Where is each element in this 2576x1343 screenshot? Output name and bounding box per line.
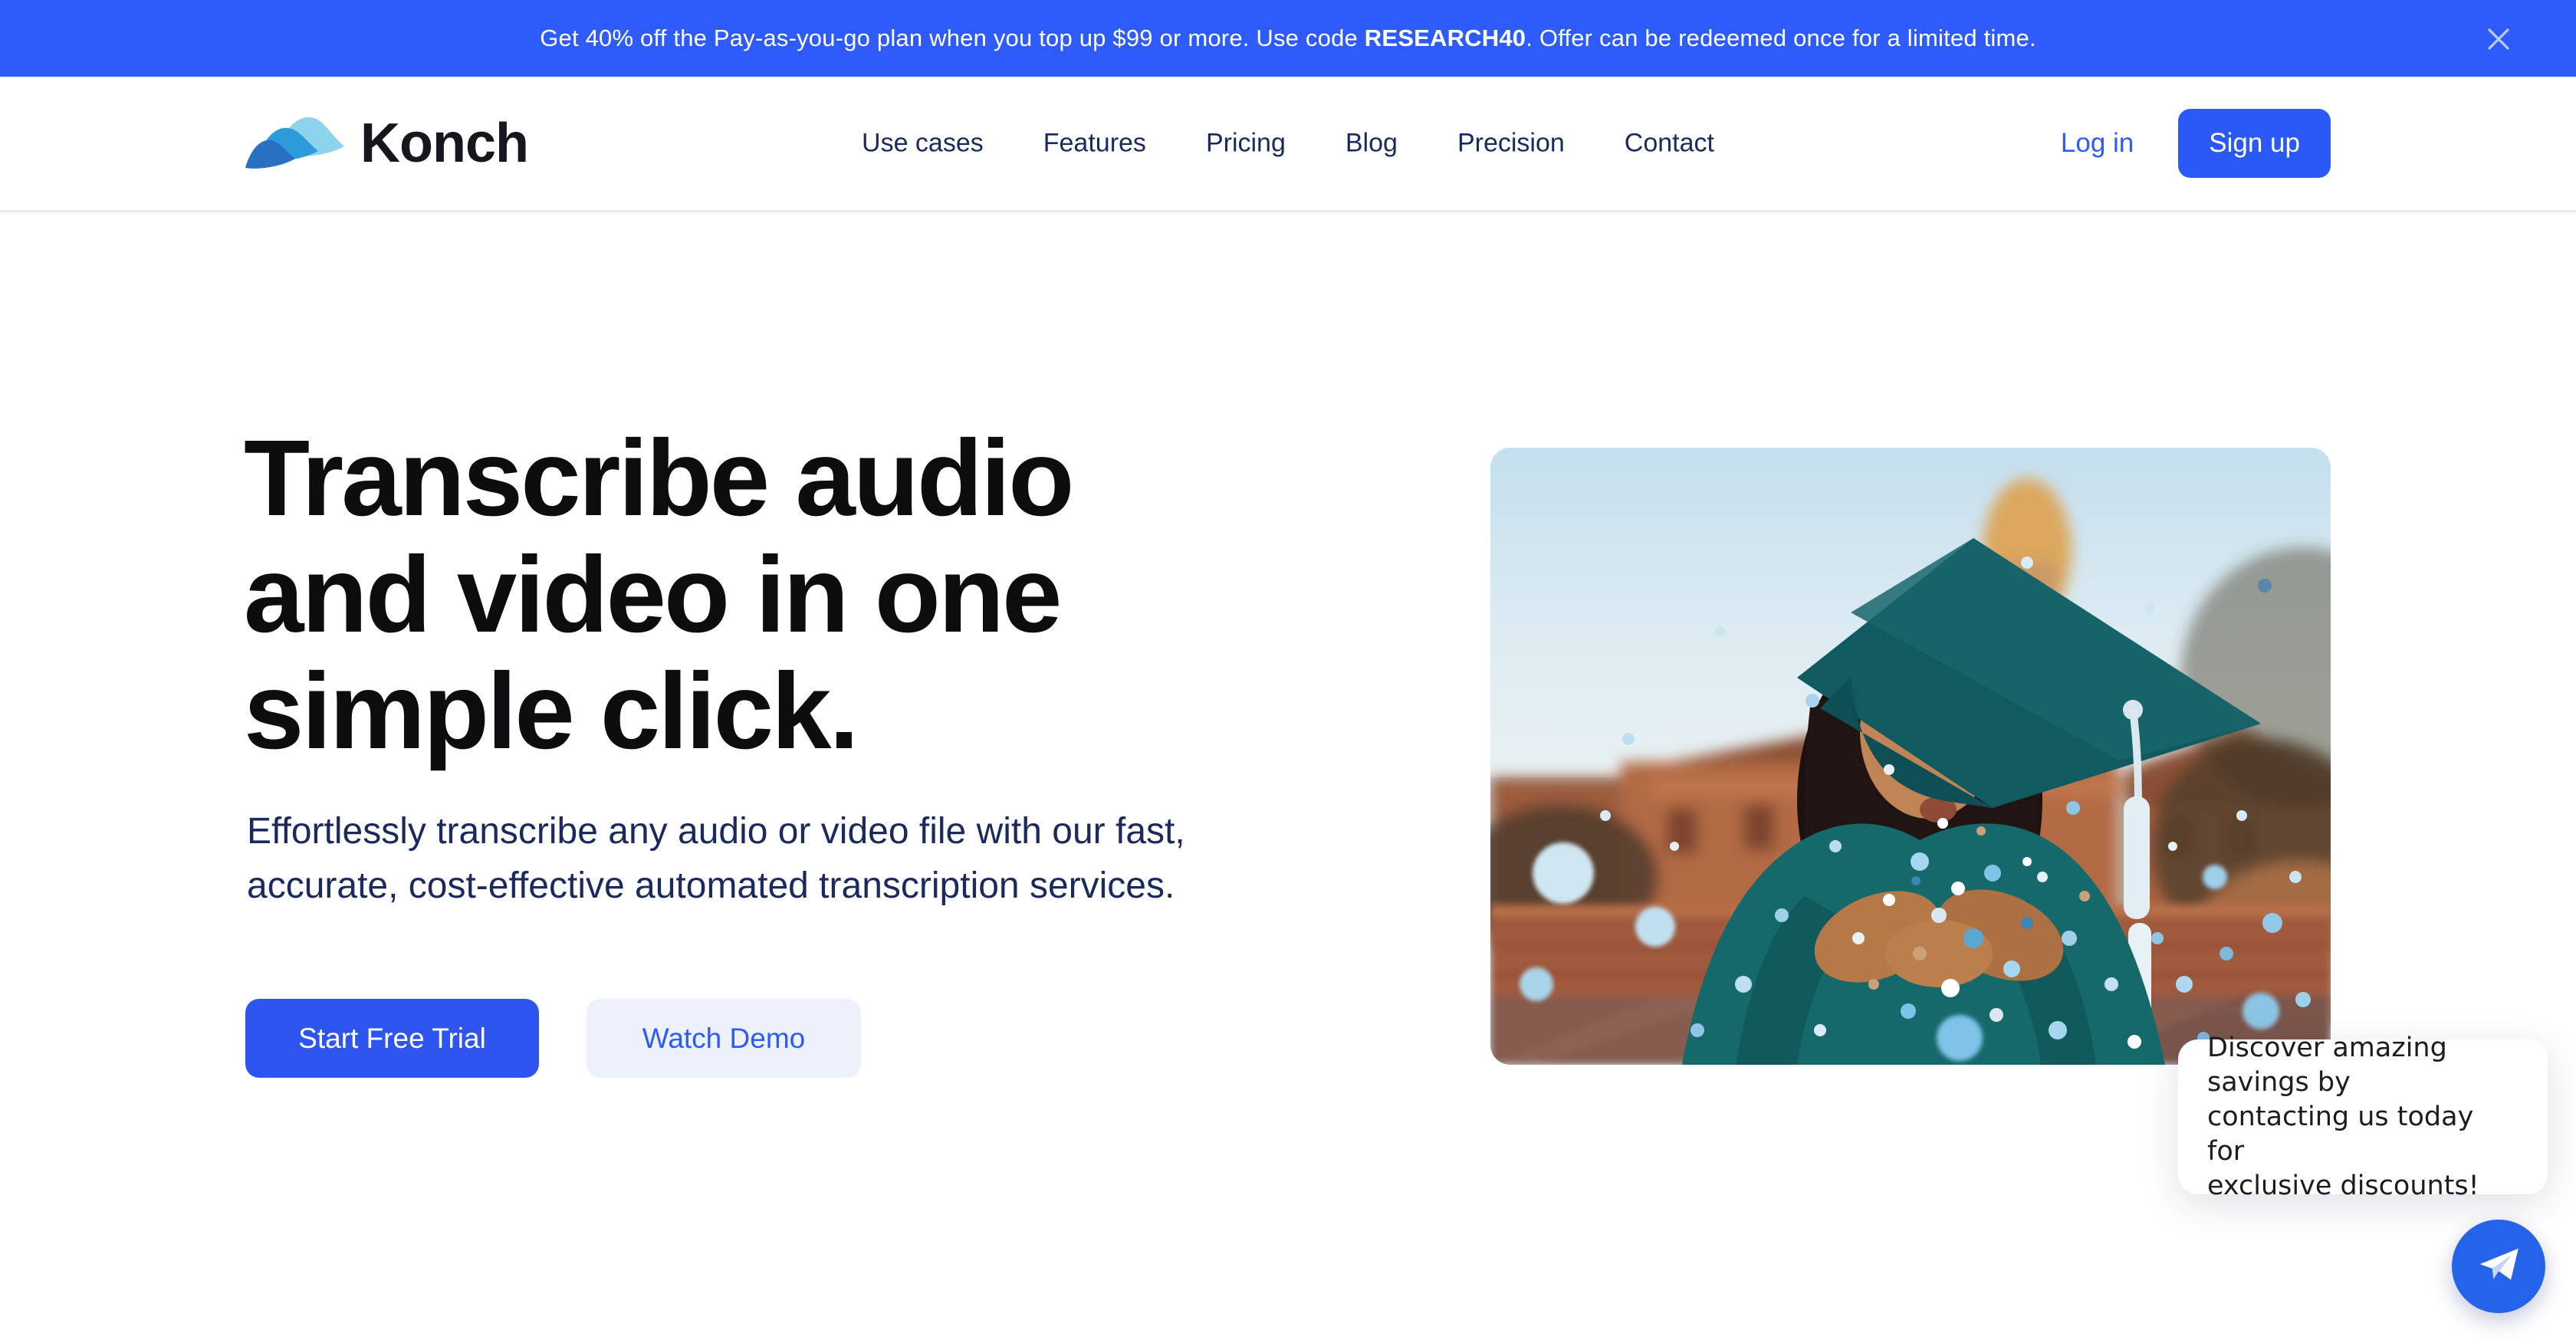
chat-tooltip: Discover amazing savings by contacting u… [2178, 1033, 2548, 1201]
nav-link-contact[interactable]: Contact [1625, 129, 1714, 159]
nav-link-pricing[interactable]: Pricing [1206, 129, 1286, 159]
close-icon [2488, 28, 2509, 50]
site-header: Konch Use cases Features Pricing Blog Pr… [0, 77, 2576, 212]
wave-logo-icon [245, 117, 344, 169]
hero-image [1490, 448, 2331, 1065]
nav-link-precision[interactable]: Precision [1457, 129, 1565, 159]
watch-demo-button[interactable]: Watch Demo [586, 999, 861, 1078]
nav-link-blog[interactable]: Blog [1346, 129, 1398, 159]
hero-subtitle: Effortlessly transcribe any audio or vid… [247, 811, 1185, 906]
brand-logo[interactable]: Konch [245, 110, 529, 177]
start-free-trial-button[interactable]: Start Free Trial [245, 999, 539, 1078]
nav-link-use-cases[interactable]: Use cases [862, 129, 984, 159]
paper-plane-icon [2479, 1248, 2518, 1280]
promo-banner: Get 40% off the Pay-as-you-go plan when … [0, 0, 2576, 77]
auth-actions: Log in Sign up [2061, 109, 2331, 178]
nav-link-features[interactable]: Features [1043, 129, 1146, 159]
promo-banner-text: Get 40% off the Pay-as-you-go plan when … [540, 25, 2036, 51]
brand-name: Konch [360, 113, 529, 174]
login-link[interactable]: Log in [2061, 128, 2134, 159]
banner-close-button[interactable] [2481, 21, 2516, 57]
main-nav: Use cases Features Pricing Blog Precisio… [862, 129, 1714, 159]
chat-launcher-button[interactable] [2452, 1220, 2545, 1313]
signup-button[interactable]: Sign up [2178, 109, 2331, 178]
hero-title: Transcribe audio and video in one simple… [244, 417, 1074, 771]
hero-cta-row: Start Free Trial Watch Demo [245, 999, 861, 1078]
